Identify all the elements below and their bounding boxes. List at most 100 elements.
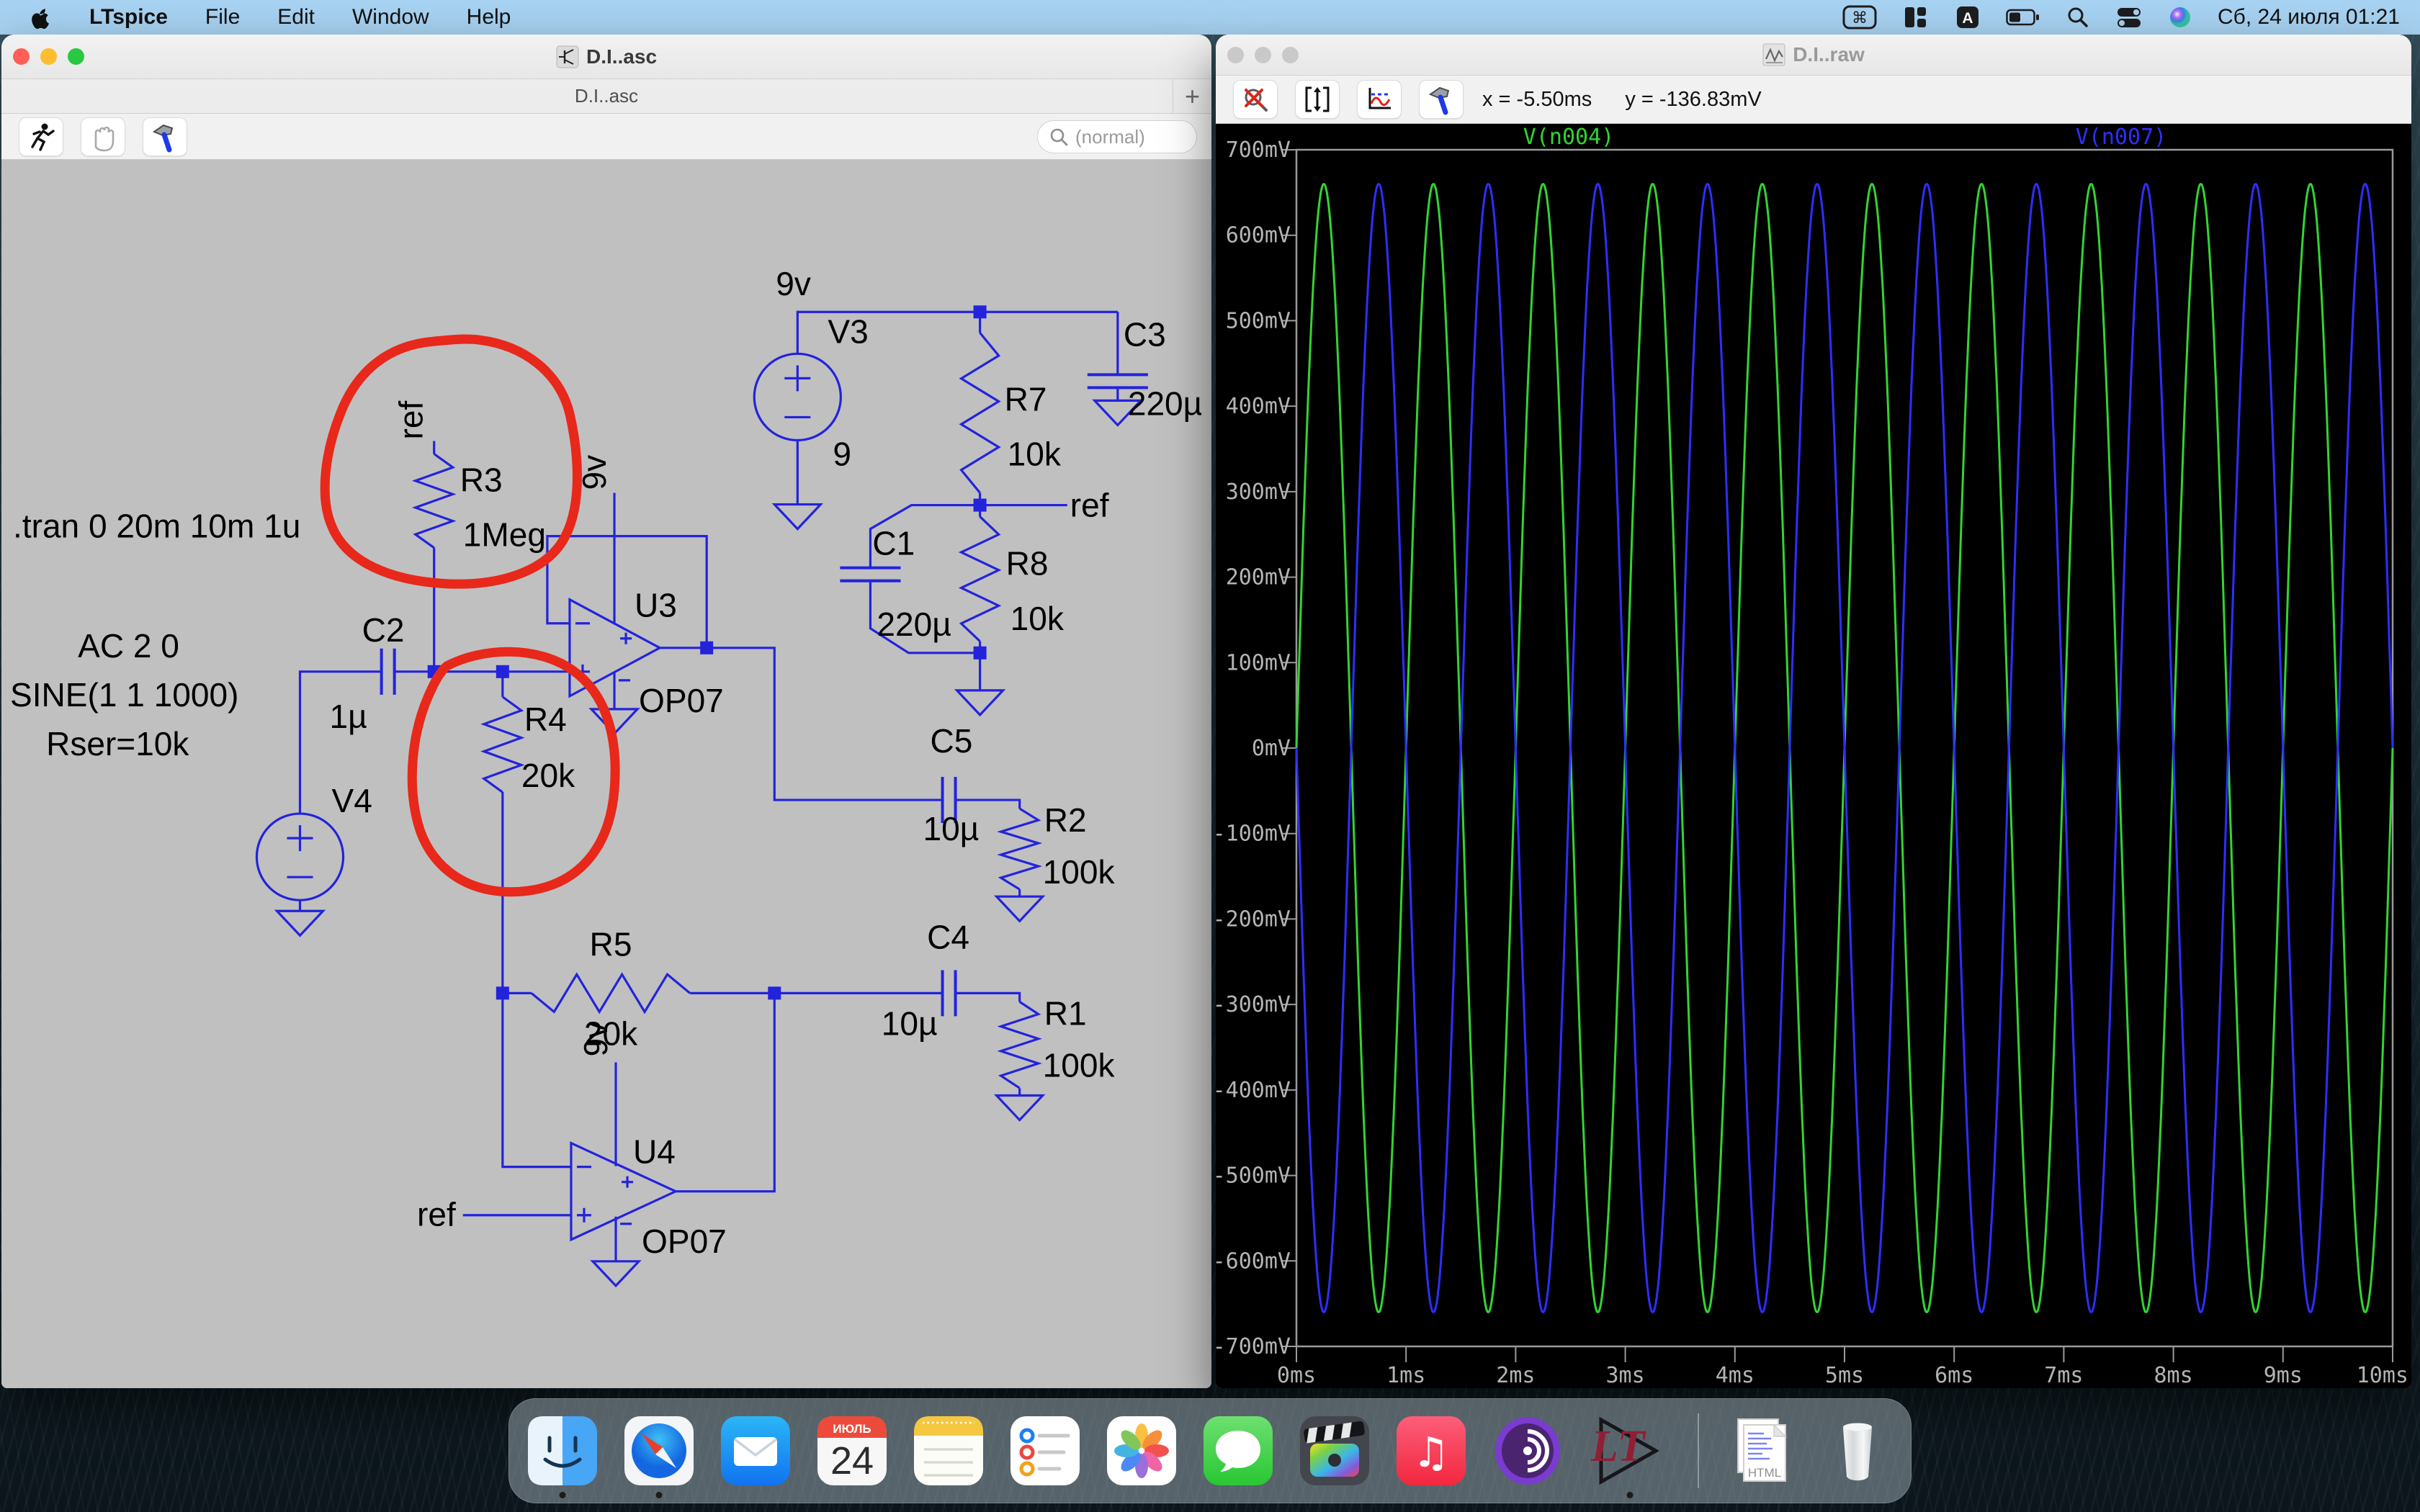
spice-directive-tran[interactable]: .tran 0 20m 10m 1u — [13, 508, 300, 545]
dock-final-cut-pro[interactable] — [1300, 1416, 1369, 1485]
dock-notes[interactable] — [914, 1416, 983, 1485]
label-r4[interactable]: R4 — [524, 701, 567, 738]
dock-messages[interactable] — [1204, 1416, 1273, 1485]
battery-icon[interactable] — [2006, 9, 2040, 26]
value-c5[interactable]: 10µ — [923, 810, 980, 847]
label-r7[interactable]: R7 — [1005, 380, 1047, 418]
waveform-plot-area[interactable]: V(n004) V(n007) 700mV 600mV 500mV 400mV 300m… — [1216, 124, 2411, 1388]
label-u3[interactable]: U3 — [635, 587, 677, 624]
titlebar-left[interactable]: D.I..asc — [1, 35, 1211, 79]
plot-settings-button[interactable] — [1357, 80, 1402, 119]
capacitor-c2[interactable] — [380, 648, 396, 695]
pan-button[interactable] — [81, 117, 125, 156]
control-panel-button[interactable] — [1419, 80, 1464, 119]
dock-music[interactable]: ♫ — [1397, 1416, 1466, 1485]
capacitor-c4[interactable] — [941, 970, 957, 1017]
value-u4[interactable]: OP07 — [642, 1223, 727, 1260]
label-r3[interactable]: R3 — [460, 462, 503, 499]
dock-trash[interactable] — [1823, 1416, 1892, 1485]
cursor-x-value: x = -5.50ms — [1482, 87, 1592, 111]
label-u4[interactable]: U4 — [633, 1133, 676, 1171]
window-title-right: D.I..raw — [1793, 43, 1865, 66]
dock-photos[interactable] — [1107, 1416, 1176, 1485]
apple-menu[interactable] — [30, 5, 52, 30]
menu-app-name[interactable]: LTspice — [89, 5, 168, 30]
tools-button[interactable] — [143, 117, 187, 156]
resistor-r7[interactable] — [959, 332, 1001, 494]
dock-reminders[interactable] — [1010, 1416, 1080, 1485]
value-c3[interactable]: 220µ — [1128, 384, 1202, 422]
net-label-ref-mid[interactable]: ref — [1070, 487, 1109, 524]
value-c2[interactable]: 1µ — [330, 698, 367, 735]
spotlight-icon[interactable] — [2066, 6, 2089, 29]
capacitor-c1[interactable] — [840, 566, 901, 582]
dock-ltspice[interactable]: LT — [1590, 1416, 1670, 1498]
new-tab-button[interactable]: + — [1173, 79, 1211, 113]
value-c1[interactable]: 220µ — [877, 606, 951, 643]
siri-icon[interactable] — [2169, 6, 2192, 29]
run-button[interactable] — [19, 117, 63, 156]
label-r1[interactable]: R1 — [1044, 994, 1087, 1032]
voltage-source-v4[interactable] — [255, 812, 345, 901]
value-r8[interactable]: 10k — [1010, 600, 1065, 637]
tab-schematic[interactable]: D.I..asc — [575, 85, 638, 107]
label-r5[interactable]: R5 — [590, 925, 632, 963]
resistor-r5[interactable] — [530, 972, 691, 1014]
source-param-rser[interactable]: Rser=10k — [46, 725, 189, 762]
autorange-y-button[interactable] — [1295, 80, 1340, 119]
dock-tor-browser[interactable] — [1493, 1416, 1562, 1485]
value-r2[interactable]: 100k — [1043, 853, 1116, 891]
value-c4[interactable]: 10µ — [882, 1004, 938, 1042]
dock-calendar[interactable]: ИЮЛЬ 24 — [817, 1416, 887, 1485]
resistor-r4[interactable] — [480, 696, 525, 793]
label-c3[interactable]: C3 — [1124, 315, 1166, 353]
menu-window[interactable]: Window — [352, 5, 429, 30]
label-c1[interactable]: C1 — [872, 525, 915, 562]
value-r3[interactable]: 1Meg — [463, 516, 546, 554]
value-r1[interactable]: 100k — [1043, 1046, 1116, 1084]
label-v3[interactable]: V3 — [828, 312, 868, 350]
value-u3[interactable]: OP07 — [639, 682, 724, 719]
value-v3[interactable]: 9 — [833, 435, 851, 472]
legend-trace-2[interactable]: V(n007) — [2076, 125, 2166, 150]
dock-mail[interactable] — [721, 1416, 790, 1485]
label-v4[interactable]: V4 — [332, 782, 372, 819]
ltspice-icon: LT — [1590, 1416, 1660, 1485]
command-key-icon[interactable]: ⌘ — [1842, 4, 1878, 30]
voltage-source-v3[interactable] — [753, 352, 842, 442]
label-r2[interactable]: R2 — [1044, 801, 1087, 839]
control-center-icon[interactable] — [2115, 6, 2143, 29]
menu-file[interactable]: File — [205, 5, 240, 30]
label-c2[interactable]: C2 — [362, 611, 405, 649]
net-label-9v-v3[interactable]: 9v — [776, 265, 811, 302]
search-field[interactable]: (normal) — [1037, 120, 1197, 153]
input-source-icon[interactable]: A — [1955, 5, 1980, 30]
window-tiling-icon[interactable] — [1904, 6, 1930, 29]
value-r4[interactable]: 20k — [521, 757, 575, 794]
label-r8[interactable]: R8 — [1006, 545, 1049, 582]
net-label-9v-u4[interactable]: 9v — [577, 1022, 614, 1057]
schematic-canvas[interactable]: .tran 0 20m 10m 1u AC 2 0 SINE(1 1 1000)… — [1, 160, 1211, 1388]
value-r7[interactable]: 10k — [1008, 435, 1062, 472]
resistor-r2[interactable] — [997, 807, 1043, 891]
svg-text:200mV: 200mV — [1226, 565, 1291, 590]
resistor-r3[interactable] — [411, 453, 457, 549]
menu-clock[interactable]: Сб, 24 июля 01:21 — [2218, 5, 2400, 30]
titlebar-right[interactable]: D.I..raw — [1216, 35, 2411, 76]
menu-help[interactable]: Help — [467, 5, 511, 30]
dock-finder[interactable] — [528, 1416, 597, 1498]
net-label-ref-r3[interactable]: ref — [393, 401, 430, 440]
source-param-ac[interactable]: AC 2 0 — [78, 627, 179, 665]
net-label-ref-u4[interactable]: ref — [417, 1196, 456, 1233]
resistor-r8[interactable] — [958, 516, 1002, 642]
resistor-r1[interactable] — [997, 1001, 1042, 1089]
label-c5[interactable]: C5 — [931, 722, 973, 760]
menu-edit[interactable]: Edit — [277, 5, 315, 30]
dock-safari[interactable] — [624, 1416, 694, 1498]
legend-trace-1[interactable]: V(n004) — [1523, 125, 1614, 150]
messages-icon — [1204, 1416, 1273, 1485]
label-c4[interactable]: C4 — [927, 918, 969, 955]
zoom-extents-button[interactable] — [1233, 80, 1278, 119]
source-param-sine[interactable]: SINE(1 1 1000) — [10, 676, 238, 714]
dock-html-document[interactable]: HTML — [1726, 1416, 1796, 1485]
